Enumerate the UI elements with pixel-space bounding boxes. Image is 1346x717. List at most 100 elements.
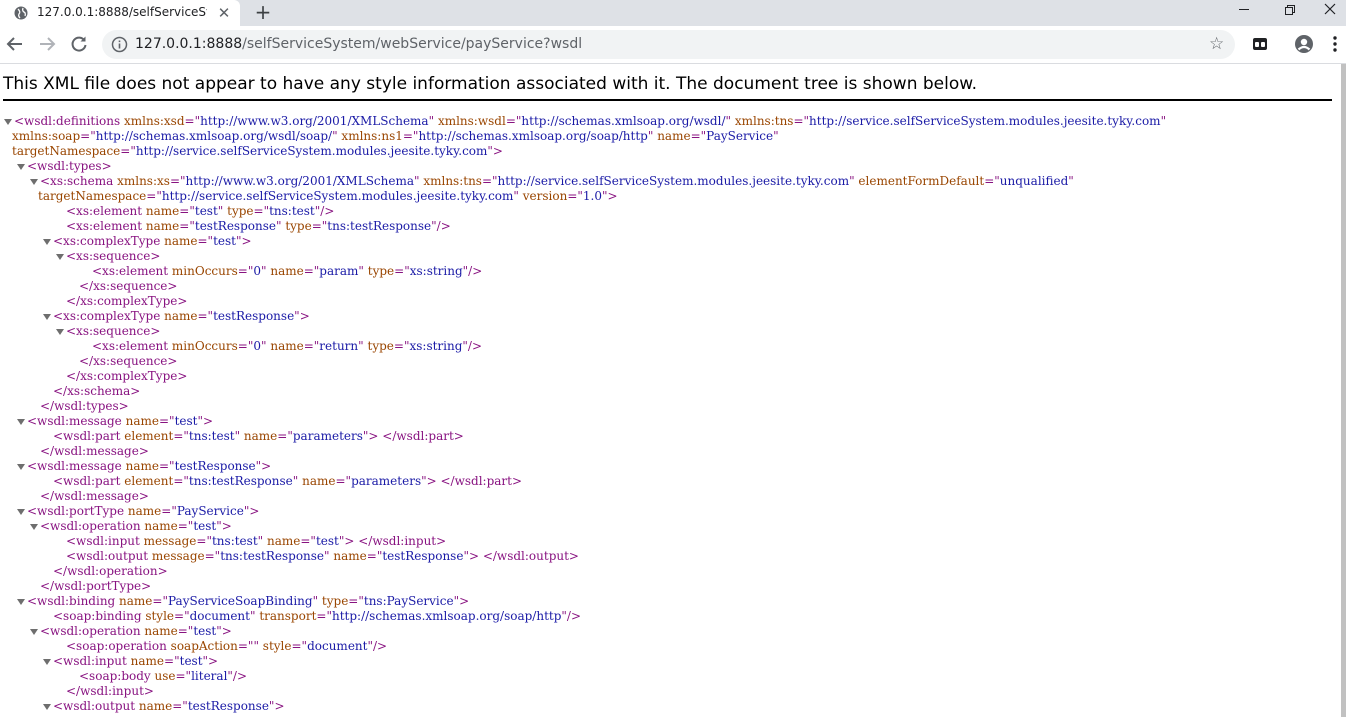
xml-line: <wsdl:message name="testResponse"> (27, 459, 271, 474)
tab-active[interactable]: 127.0.0.1:8888/selfServiceSyst ✕ (0, 0, 240, 26)
triangle-down-icon[interactable] (56, 328, 64, 336)
xml-line: <xs:element name="test" type="tns:test"/… (66, 204, 334, 219)
xml-attr-name: name (164, 309, 198, 323)
xml-line: <wsdl:binding name="PayServiceSoapBindin… (27, 594, 469, 609)
xml-tag-text: =" (164, 654, 180, 668)
page-content: This XML file does not appear to have an… (0, 64, 1341, 717)
xml-tag-text: =" (146, 189, 162, 203)
xml-tag-text: =" (197, 234, 214, 248)
triangle-down-icon[interactable] (30, 628, 38, 636)
xml-attr-value: parameters (351, 474, 422, 488)
xml-tag-text: <xs:sequence> (66, 324, 161, 338)
xml-tag-text: =" (291, 639, 308, 653)
xml-tag-text: </xs:sequence> (79, 279, 178, 293)
window-close-icon (1324, 3, 1335, 15)
triangle-down-icon[interactable] (17, 598, 25, 606)
xml-attr-name: name (125, 414, 159, 428)
scrollbar-thumb[interactable] (1341, 64, 1346, 717)
xml-tag-text: </xs:sequence> (79, 354, 178, 368)
xml-line: </xs:complexType> (66, 369, 187, 384)
restore-icon (1285, 5, 1295, 15)
xml-line: <xs:element name="testResponse" type="tn… (66, 219, 451, 234)
xml-tag-text: "/> (462, 264, 483, 278)
xml-attr-value: tns:testResponse (327, 219, 432, 233)
xml-tag-text: ="" (237, 639, 263, 653)
xml-attr-name: message (143, 534, 197, 548)
xml-attr-name: version (522, 189, 568, 203)
triangle-down-icon[interactable] (17, 163, 25, 171)
xml-attr-name: xmlns:soap (12, 129, 81, 143)
xml-attr-name: name (145, 219, 180, 233)
xml-tag-text: <wsdl:input (66, 534, 144, 548)
xml-tag-text: =" (237, 264, 254, 278)
xml-attr-value: testResponse (187, 699, 269, 713)
xml-tag-text: =" (316, 609, 332, 623)
xml-tag-text: <wsdl:operation (40, 519, 145, 533)
restore-button[interactable] (1267, 0, 1313, 26)
star-icon[interactable]: ☆ (1209, 35, 1227, 53)
triangle-down-icon[interactable] (30, 523, 38, 531)
xml-attr-name: style (262, 639, 292, 653)
xml-tag-text: <soap:binding (53, 609, 146, 623)
xml-attr-value: http://service.selfServiceSystem.modules… (497, 174, 850, 188)
profile-button[interactable] (1294, 34, 1314, 54)
triangle-down-icon[interactable] (30, 178, 38, 186)
xml-tag-text: "> </wsdl:input> (338, 534, 447, 548)
xml-attr-name: name (243, 429, 278, 443)
xml-tag-text: =" (481, 174, 498, 188)
xml-tag-text: " (217, 204, 228, 218)
xml-attr-name: type (321, 594, 349, 608)
triangle-down-icon[interactable] (4, 118, 12, 126)
triangle-down-icon[interactable] (43, 238, 51, 246)
vertical-scrollbar[interactable] (1341, 64, 1346, 717)
xml-attr-value: tns:PayService (363, 594, 454, 608)
xml-attr-name: name (266, 534, 301, 548)
extension-icon (1253, 38, 1267, 50)
triangle-down-icon[interactable] (43, 313, 51, 321)
xml-tag-text: =" (402, 129, 419, 143)
xml-tag-text: =" (173, 474, 189, 488)
xml-tag-text: " (1068, 174, 1074, 188)
reload-button[interactable] (68, 33, 90, 55)
url-path: /selfServiceSystem/webService/payService… (242, 36, 583, 52)
xml-tag-text: <xs:element (92, 339, 172, 353)
xml-attr-value: tns:testResponse (188, 474, 293, 488)
xml-line: <wsdl:operation name="test"> (40, 519, 232, 534)
header-divider (3, 99, 1332, 101)
xml-attr-value: http://schemas.xmlsoap.org/soap/http (331, 609, 562, 623)
xml-tag-text: <wsdl:part (53, 474, 125, 488)
extension-button[interactable] (1250, 34, 1270, 54)
triangle-down-icon[interactable] (17, 508, 25, 516)
address-bar[interactable]: 127.0.0.1:8888/selfServiceSystem/webServ… (102, 30, 1235, 59)
triangle-down-icon[interactable] (56, 253, 64, 261)
xml-tag-text: "> (216, 624, 232, 638)
new-tab-button[interactable]: + (252, 1, 274, 23)
xml-tag-text: <xs:complexType (53, 234, 165, 248)
globe-icon (13, 5, 29, 21)
xml-attr-value: return (319, 339, 359, 353)
tab-close-icon[interactable]: ✕ (216, 5, 232, 21)
xml-tag-text: "> </wsdl:part> (421, 474, 523, 488)
menu-button[interactable] (1328, 34, 1342, 54)
xml-tag-text: =" (303, 339, 320, 353)
xml-line: <xs:sequence> (66, 324, 160, 339)
triangle-down-icon[interactable] (17, 418, 25, 426)
xml-tag-text: =" (393, 339, 410, 353)
xml-attr-value: http://schemas.xmlsoap.org/soap/http (418, 129, 648, 143)
xml-attr-value: 0 (253, 339, 261, 353)
xml-attr-name: name (127, 504, 162, 518)
window-close-button[interactable] (1313, 0, 1346, 26)
back-button[interactable] (4, 33, 26, 55)
forward-button[interactable] (36, 33, 58, 55)
info-icon[interactable] (111, 36, 128, 53)
xml-tag-text: =" (253, 204, 270, 218)
triangle-down-icon[interactable] (17, 463, 25, 471)
triangle-down-icon[interactable] (43, 703, 51, 711)
minimize-button[interactable] (1221, 0, 1267, 26)
triangle-down-icon[interactable] (43, 658, 51, 666)
xml-tag-text: " (647, 129, 658, 143)
xml-attr-value: document (189, 609, 250, 623)
xml-tag-text: <xs:element (92, 264, 172, 278)
url-text[interactable]: 127.0.0.1:8888/selfServiceSystem/webServ… (135, 36, 582, 53)
xml-attr-value: xs:string (409, 339, 463, 353)
